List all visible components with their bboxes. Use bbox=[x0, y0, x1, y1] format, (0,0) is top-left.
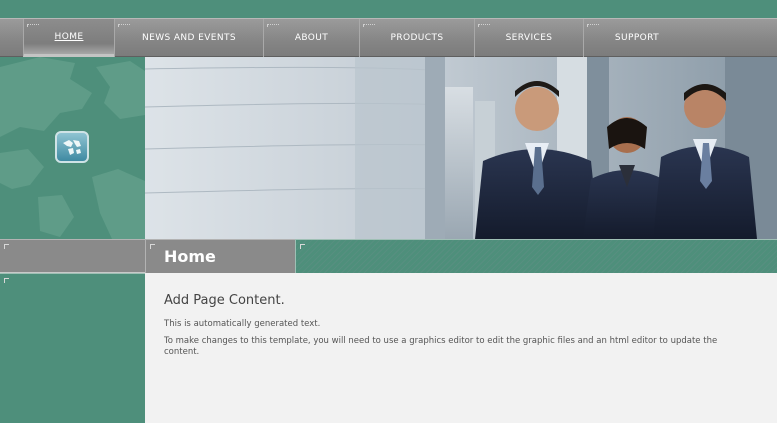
nav-item-label: PRODUCTS bbox=[390, 33, 444, 43]
nav-item-services[interactable]: SERVICES bbox=[474, 19, 583, 57]
world-map-panel bbox=[0, 57, 145, 239]
nav-corner-decoration bbox=[363, 24, 375, 27]
nav-corner-decoration bbox=[27, 24, 39, 27]
globe-icon[interactable] bbox=[55, 131, 89, 163]
nav-item-label: ABOUT bbox=[294, 33, 329, 43]
title-bar-right bbox=[295, 239, 777, 273]
page-title-bar: Home bbox=[145, 239, 295, 273]
main-nav: HOME NEWS AND EVENTS ABOUT PRODUCTS SERV… bbox=[0, 18, 777, 57]
nav-item-label: SUPPORT bbox=[614, 33, 660, 43]
nav-item-label: NEWS AND EVENTS bbox=[141, 33, 237, 43]
content-paragraph: To make changes to this template, you wi… bbox=[164, 336, 718, 357]
top-strip bbox=[0, 0, 777, 18]
content-heading: Add Page Content. bbox=[164, 293, 285, 308]
left-sidebar bbox=[0, 273, 145, 423]
nav-corner-decoration bbox=[267, 24, 279, 27]
corner-decoration bbox=[150, 244, 155, 249]
nav-item-label: HOME bbox=[54, 31, 84, 42]
nav-item-news-and-events[interactable]: NEWS AND EVENTS bbox=[114, 19, 263, 57]
page-title: Home bbox=[164, 247, 216, 266]
corner-decoration bbox=[4, 244, 9, 249]
title-bar-left bbox=[0, 239, 145, 273]
nav-item-home[interactable]: HOME bbox=[23, 19, 114, 57]
nav-corner-decoration bbox=[587, 24, 599, 27]
nav-item-label: SERVICES bbox=[505, 33, 553, 43]
nav-item-products[interactable]: PRODUCTS bbox=[359, 19, 474, 57]
nav-corner-decoration bbox=[478, 24, 490, 27]
main-content: Add Page Content. This is automatically … bbox=[145, 273, 777, 423]
nav-item-about[interactable]: ABOUT bbox=[263, 19, 359, 57]
business-team-image bbox=[145, 57, 777, 239]
hero-banner bbox=[145, 57, 777, 239]
nav-corner-decoration bbox=[118, 24, 130, 27]
corner-decoration bbox=[4, 278, 9, 283]
corner-decoration bbox=[300, 244, 305, 249]
nav-item-support[interactable]: SUPPORT bbox=[583, 19, 690, 57]
content-paragraph: This is automatically generated text. bbox=[164, 319, 321, 329]
